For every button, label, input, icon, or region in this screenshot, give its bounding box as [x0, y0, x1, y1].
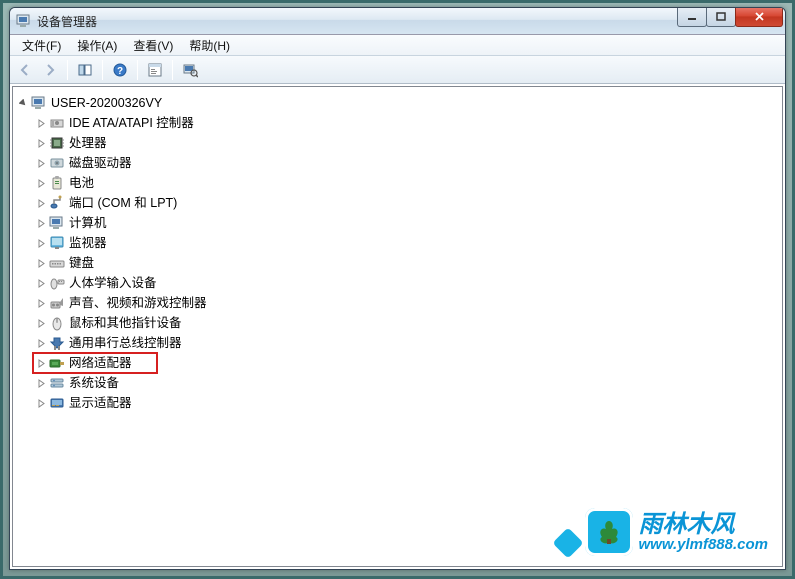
- tree-item-computer[interactable]: 计算机: [35, 213, 778, 233]
- watermark: 雨林木风 www.ylmf888.com: [585, 508, 769, 556]
- watermark-name: 雨林木风: [639, 513, 769, 537]
- tree-item-label: 通用串行总线控制器: [69, 334, 182, 352]
- ports-icon: [49, 195, 65, 211]
- tree-item-hid[interactable]: 人体学输入设备: [35, 273, 778, 293]
- tree-item-ports[interactable]: 端口 (COM 和 LPT): [35, 193, 778, 213]
- expand-arrow-icon[interactable]: [35, 257, 47, 269]
- tree-root[interactable]: USER-20200326VY: [17, 93, 778, 113]
- app-icon: [16, 13, 32, 29]
- expand-arrow-icon[interactable]: [35, 197, 47, 209]
- expand-arrow-icon[interactable]: [35, 357, 47, 369]
- window-title: 设备管理器: [37, 13, 97, 30]
- tree-item-label: 计算机: [69, 214, 107, 232]
- display-adapters-icon: [49, 395, 65, 411]
- expand-arrow-icon[interactable]: [35, 157, 47, 169]
- tree-item-label: 磁盘驱动器: [69, 154, 132, 172]
- help-button[interactable]: ?: [109, 59, 131, 81]
- disk-drives-icon: [49, 155, 65, 171]
- system-devices-icon: [49, 375, 65, 391]
- menu-file[interactable]: 文件(F): [14, 35, 69, 56]
- tree-item-sound[interactable]: 声音、视频和游戏控制器: [35, 293, 778, 313]
- tree-item-system-devices[interactable]: 系统设备: [35, 373, 778, 393]
- tree-item-ide-ata[interactable]: IDE ATA/ATAPI 控制器: [35, 113, 778, 133]
- watermark-url: www.ylmf888.com: [639, 537, 769, 552]
- tree-item-label: 显示适配器: [69, 394, 132, 412]
- titlebar: 设备管理器: [10, 8, 785, 35]
- menubar: 文件(F) 操作(A) 查看(V) 帮助(H): [10, 35, 785, 56]
- tree-item-network-adapters[interactable]: 网络适配器: [35, 353, 778, 373]
- menu-help[interactable]: 帮助(H): [181, 35, 238, 56]
- tree-item-label: 电池: [69, 174, 94, 192]
- expand-arrow-icon[interactable]: [35, 237, 47, 249]
- tree-root-label: USER-20200326VY: [51, 94, 162, 112]
- expand-arrow-icon[interactable]: [35, 297, 47, 309]
- tree-item-label: 端口 (COM 和 LPT): [69, 194, 177, 212]
- tree-item-label: 鼠标和其他指针设备: [69, 314, 182, 332]
- collapse-arrow-icon[interactable]: [17, 97, 29, 109]
- tree-item-keyboards[interactable]: 键盘: [35, 253, 778, 273]
- monitors-icon: [49, 235, 65, 251]
- sound-icon: [49, 295, 65, 311]
- tree-item-processors[interactable]: 处理器: [35, 133, 778, 153]
- forward-button: [39, 59, 61, 81]
- expand-arrow-icon[interactable]: [35, 217, 47, 229]
- tree-item-label: 键盘: [69, 254, 94, 272]
- watermark-logo-icon: [585, 508, 633, 556]
- batteries-icon: [49, 175, 65, 191]
- expand-arrow-icon[interactable]: [35, 337, 47, 349]
- scan-hardware-button[interactable]: [179, 59, 201, 81]
- device-tree[interactable]: USER-20200326VY IDE ATA/ATAPI 控制器处理器磁盘驱动…: [13, 87, 782, 419]
- close-button[interactable]: [735, 7, 783, 27]
- menu-view[interactable]: 查看(V): [125, 35, 181, 56]
- tree-item-disk-drives[interactable]: 磁盘驱动器: [35, 153, 778, 173]
- tree-item-display-adapters[interactable]: 显示适配器: [35, 393, 778, 413]
- tree-item-usb[interactable]: 通用串行总线控制器: [35, 333, 778, 353]
- tree-item-label: 系统设备: [69, 374, 119, 392]
- processors-icon: [49, 135, 65, 151]
- tree-item-monitors[interactable]: 监视器: [35, 233, 778, 253]
- svg-text:?: ?: [117, 66, 123, 77]
- expand-arrow-icon[interactable]: [35, 137, 47, 149]
- expand-arrow-icon[interactable]: [35, 177, 47, 189]
- tree-item-label: IDE ATA/ATAPI 控制器: [69, 114, 194, 132]
- expand-arrow-icon[interactable]: [35, 277, 47, 289]
- device-manager-window: 设备管理器 文件(F) 操作(A) 查看(V) 帮助(H) ? USER-202…: [9, 7, 786, 570]
- computer-icon: [49, 215, 65, 231]
- toolbar: ?: [10, 56, 785, 84]
- tree-item-label: 人体学输入设备: [69, 274, 157, 292]
- expand-arrow-icon[interactable]: [35, 397, 47, 409]
- expand-arrow-icon[interactable]: [35, 377, 47, 389]
- tree-item-label: 处理器: [69, 134, 107, 152]
- mice-icon: [49, 315, 65, 331]
- properties-button[interactable]: [144, 59, 166, 81]
- expand-arrow-icon[interactable]: [35, 117, 47, 129]
- tree-item-label: 声音、视频和游戏控制器: [69, 294, 207, 312]
- ide-ata-icon: [49, 115, 65, 131]
- tree-item-label: 监视器: [69, 234, 107, 252]
- tree-item-batteries[interactable]: 电池: [35, 173, 778, 193]
- network-adapters-icon: [49, 355, 65, 371]
- hid-icon: [49, 275, 65, 291]
- maximize-button[interactable]: [706, 7, 736, 27]
- usb-icon: [49, 335, 65, 351]
- expand-arrow-icon[interactable]: [35, 317, 47, 329]
- back-button: [14, 59, 36, 81]
- minimize-button[interactable]: [677, 7, 707, 27]
- bird-icon: [552, 527, 583, 558]
- keyboards-icon: [49, 255, 65, 271]
- content-area: USER-20200326VY IDE ATA/ATAPI 控制器处理器磁盘驱动…: [12, 86, 783, 567]
- menu-action[interactable]: 操作(A): [69, 35, 125, 56]
- computer-icon: [31, 95, 47, 111]
- tree-item-mice[interactable]: 鼠标和其他指针设备: [35, 313, 778, 333]
- tree-item-label: 网络适配器: [69, 354, 132, 372]
- show-hide-console-button[interactable]: [74, 59, 96, 81]
